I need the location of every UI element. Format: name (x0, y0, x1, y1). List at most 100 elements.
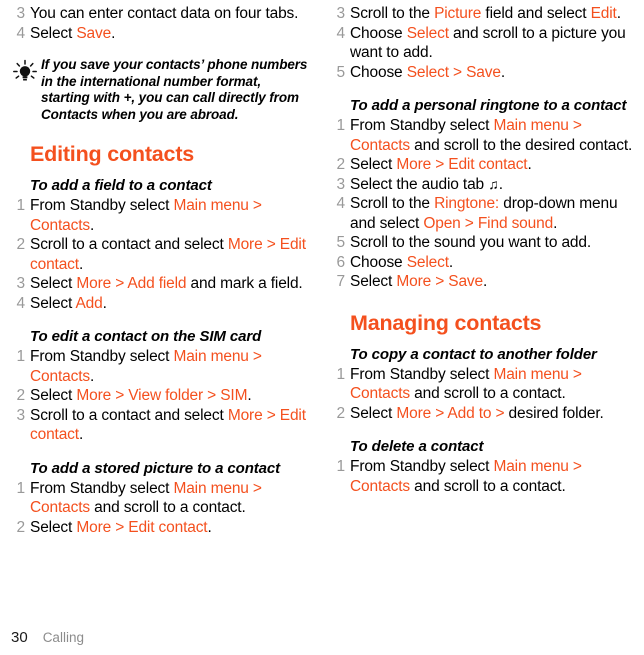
step-number: 2 (16, 518, 26, 536)
sub-heading: To delete a contact (350, 438, 484, 455)
step-list: 1 From Standby select Main menu > Contact… (331, 457, 636, 496)
step-text: From Standby select Main menu > Contacts… (30, 196, 310, 235)
body-text: You can enter contact data on four tabs. (30, 5, 299, 22)
body-text: Scroll to a contact and select (30, 236, 228, 253)
tip-callout: If you save your contacts’ phone numbers… (11, 57, 310, 123)
right-continued-steps: 3 Scroll to the Picture field and select … (331, 4, 636, 82)
right-column: 3 Scroll to the Picture field and select … (322, 0, 644, 612)
body-text: . (448, 253, 454, 271)
step-list: 1 From Standby select Main menu > Contact… (331, 116, 636, 292)
step-number: 6 (336, 253, 346, 271)
step-number: 3 (16, 406, 26, 424)
step-number: 2 (16, 387, 26, 404)
ui-term: More > View folder > SIM (76, 387, 248, 404)
body-text: . (111, 24, 116, 42)
body-text: and scroll to a contact. (409, 385, 566, 402)
list-item: 4 Scroll to the Ringtone: drop-down menu … (331, 194, 636, 233)
step-text: Select More > Edit contact. (30, 518, 310, 538)
step-number: 3 (336, 5, 346, 22)
list-item: 2 Select More > Add to > desired folder. (331, 404, 636, 424)
body-text: From Standby select (350, 458, 494, 475)
body-text: . (78, 255, 84, 273)
list-item: 4 Choose Select and scroll to a picture y… (331, 24, 636, 63)
body-text: Scroll to a contact and select (30, 406, 228, 424)
step-text: Select the audio tab ♫. (350, 175, 636, 195)
step-text: Select Save. (30, 24, 310, 44)
step-number: 4 (16, 294, 26, 312)
tip-text: If you save your contacts’ phone numbers… (41, 57, 308, 122)
ui-term: Select > Save (406, 63, 501, 81)
step-number: 1 (336, 117, 346, 134)
step-number: 1 (336, 458, 346, 475)
ui-term: Select (406, 24, 449, 42)
right-sections-before-heading: To add a personal ringtone to a contact 1… (331, 96, 636, 292)
body-text: Select the audio tab (350, 175, 489, 193)
list-item: 1 From Standby select Main menu > Contact… (331, 116, 636, 155)
step-number: 2 (336, 404, 346, 422)
list-item: 2 Scroll to a contact and select More > E… (11, 235, 310, 274)
step-text: Choose Select and scroll to a picture yo… (350, 24, 636, 63)
list-item: 1 From Standby select Main menu > Contact… (11, 347, 310, 386)
left-column: 3 You can enter contact data on four tabs… (0, 0, 322, 612)
step-text: Choose Select > Save. (350, 63, 636, 83)
body-text: Scroll to the (350, 195, 435, 212)
step-number: 3 (16, 275, 26, 292)
step-text: Choose Select. (350, 253, 636, 273)
list-item: 2 Select More > View folder > SIM. (11, 386, 310, 406)
section-heading-editing-contacts: Editing contacts (30, 142, 195, 166)
body-text: . (527, 156, 532, 173)
sub-heading: To add a personal ringtone to a contact (350, 97, 627, 114)
body-text: and mark a field. (186, 275, 303, 292)
page-number: 30 (11, 629, 28, 646)
right-sections: To copy a contact to another folder 1 From… (331, 345, 636, 497)
body-text: Choose (350, 24, 407, 42)
body-text: . (89, 367, 95, 385)
list-item: 4 Select Save. (11, 24, 310, 44)
step-number: 2 (336, 156, 346, 173)
page-footer: 30 Calling (11, 629, 84, 646)
list-item: 3 Scroll to the Picture field and select … (331, 4, 636, 24)
list-item: 1 From Standby select Main menu > Contact… (331, 457, 636, 496)
list-item: 5 Choose Select > Save. (331, 63, 636, 83)
step-text: From Standby select Main menu > Contacts… (350, 365, 636, 404)
step-text: Select More > Add field and mark a field… (30, 274, 310, 294)
step-text: From Standby select Main menu > Contacts… (30, 479, 310, 518)
step-number: 1 (336, 365, 346, 383)
step-text: Scroll to a contact and select More > Ed… (30, 235, 310, 274)
ui-term: Select (406, 253, 449, 271)
step-number: 3 (336, 175, 346, 193)
step-list: 1 From Standby select Main menu > Contact… (11, 347, 310, 445)
body-text: Select (30, 24, 77, 42)
body-text: Choose (350, 63, 407, 81)
sub-heading: To edit a contact on the SIM card (30, 328, 262, 345)
list-item: 3 Scroll to a contact and select More > E… (11, 406, 310, 445)
body-text: From Standby select (30, 197, 174, 214)
ui-term: Add (75, 294, 103, 312)
sub-heading: To add a field to a contact (30, 177, 212, 194)
section-heading-managing-contacts: Managing contacts (350, 310, 542, 335)
body-text: . (553, 214, 558, 232)
step-number: 1 (16, 479, 26, 497)
body-text: From Standby select (30, 479, 174, 497)
body-text: Select (30, 275, 77, 292)
step-text: Scroll to the sound you want to add. (350, 233, 636, 253)
body-text: From Standby select (350, 117, 494, 134)
body-text: desired folder. (504, 404, 604, 422)
body-text: and scroll to the desired contact. (409, 136, 633, 154)
ui-term: Picture (434, 5, 482, 22)
body-text: field and select (481, 5, 591, 22)
body-text: . (89, 216, 95, 234)
step-text: From Standby select Main menu > Contacts… (30, 347, 310, 386)
step-text: Select More > View folder > SIM. (30, 386, 310, 406)
body-text: and scroll to a contact. (89, 499, 246, 516)
step-number: 4 (16, 24, 26, 42)
body-text: Select (350, 156, 397, 173)
list-item: 2 Select More > Edit contact. (11, 518, 310, 538)
body-text: Scroll to the sound you want to add. (350, 234, 592, 251)
list-item: 3 Select More > Add field and mark a fiel… (11, 274, 310, 294)
list-item: 4 Select Add. (11, 294, 310, 314)
step-text: From Standby select Main menu > Contacts… (350, 116, 636, 155)
body-text: . (102, 294, 107, 312)
step-text: Scroll to the Ringtone: drop-down menu a… (350, 194, 636, 233)
list-item: 3 Select the audio tab ♫. (331, 175, 636, 195)
